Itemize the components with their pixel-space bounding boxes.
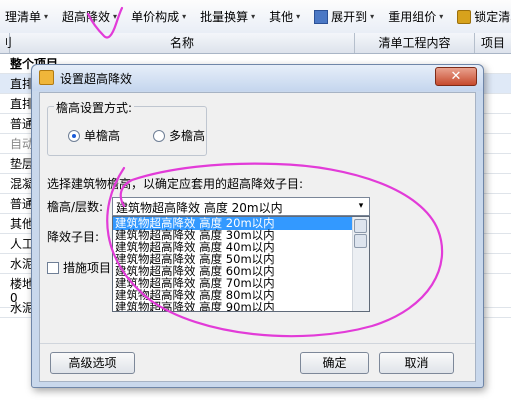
column-header-name[interactable]: 名称 (10, 33, 355, 53)
radio-indicator[interactable] (153, 129, 165, 142)
eave-setting-group: 檐高设置方式: 单檐高 多檐高 (47, 99, 207, 156)
chevron-down-icon: ▾ (439, 12, 444, 21)
dropdown-option[interactable]: 建筑物超高降效 高度 90m以内 (113, 301, 354, 312)
toolbar-super-height-label: 超高降效 (62, 10, 111, 24)
radio-single-eave[interactable]: 单檐高 (68, 127, 120, 144)
chevron-down-icon: ▾ (44, 12, 49, 21)
chevron-down-icon: ▾ (182, 12, 187, 21)
chevron-down-icon: ▾ (113, 12, 118, 21)
toolbar-batch-convert-menu[interactable]: 批量换算 ▾ (195, 0, 260, 33)
toolbar-reuse-menu[interactable]: 重用组价 ▾ (383, 0, 448, 33)
chevron-down-icon: ▾ (251, 12, 256, 21)
grid-header: 刂 名称 清单工程内容 项目 (0, 33, 511, 54)
toolbar: 理清单 ▾ 超高降效 ▾ 单价构成 ▾ 批量换算 ▾ 其他 ▾ 展开到 ▾ 重用… (0, 0, 511, 34)
button-divider (40, 343, 475, 344)
toolbar-unit-price-menu[interactable]: 单价构成 ▾ (126, 0, 191, 33)
toolbar-other-label: 其他 (269, 10, 294, 24)
dialog-title: 设置超高降效 (60, 72, 133, 86)
column-header-index[interactable]: 刂 (0, 33, 12, 53)
chevron-down-icon: ▾ (296, 12, 301, 21)
eave-height-dropdown-list: 建筑物超高降效 高度 20m以内 建筑物超高降效 高度 30m以内 建筑物超高降… (112, 216, 370, 312)
scrollbar-thumb[interactable] (354, 219, 367, 233)
group-legend: 檐高设置方式: (54, 99, 135, 116)
radio-indicator-checked[interactable] (68, 129, 80, 142)
toolbar-list-menu[interactable]: 理清单 ▾ (0, 0, 53, 33)
radio-multi-eave[interactable]: 多檐高 (153, 127, 205, 144)
close-icon: ✕ (450, 69, 462, 84)
toolbar-list-label: 理清单 (5, 10, 42, 24)
toolbar-unit-price-label: 单价构成 (131, 10, 180, 24)
advanced-options-button[interactable]: 高级选项 (50, 352, 135, 374)
measure-item-checkbox[interactable]: 措施项目 (47, 259, 111, 276)
checkbox-label: 措施项目 (63, 261, 112, 275)
chevron-down-icon[interactable]: ▾ (353, 198, 369, 215)
instruction-text: 选择建筑物檐高，以确定应套用的超高降效子目: (47, 177, 304, 191)
dialog-title-bar[interactable]: 设置超高降效 ✕ (32, 65, 483, 91)
super-height-dialog: 设置超高降效 ✕ 檐高设置方式: 单檐高 多檐高 选择建筑物檐高，以确定应套用的… (31, 64, 484, 388)
chevron-down-icon: ▾ (370, 12, 375, 21)
toolbar-lock-label: 锁定清单 (474, 10, 511, 24)
ok-button[interactable]: 确定 (300, 352, 369, 374)
toolbar-expand-menu[interactable]: 展开到 ▾ (309, 0, 379, 33)
expand-tree-icon (314, 9, 329, 24)
cancel-button[interactable]: 取消 (379, 352, 454, 374)
toolbar-expand-label: 展开到 (331, 10, 368, 24)
radio-single-label: 单檐高 (84, 129, 121, 143)
column-header-content[interactable]: 清单工程内容 (355, 33, 475, 53)
toolbar-lock-list-button[interactable]: 锁定清单 (452, 0, 511, 33)
column-header-item[interactable]: 项目 (475, 33, 511, 53)
scrollbar-thumb[interactable] (354, 234, 367, 248)
close-button[interactable]: ✕ (435, 67, 477, 86)
combo-selected-value: 建筑物超高降效 高度 20m以内 (116, 201, 283, 215)
toolbar-other-menu[interactable]: 其他 ▾ (264, 0, 305, 33)
toolbar-reuse-label: 重用组价 (388, 10, 437, 24)
toolbar-batch-convert-label: 批量换算 (200, 10, 249, 24)
lock-icon (457, 9, 472, 24)
eave-height-combobox[interactable]: 建筑物超高降效 高度 20m以内 ▾ (112, 197, 370, 216)
dialog-content: 檐高设置方式: 单檐高 多檐高 选择建筑物檐高，以确定应套用的超高降效子目: 檐… (39, 92, 476, 382)
sub-item-label: 降效子目: (47, 230, 100, 244)
app-icon (39, 70, 54, 85)
checkbox-box[interactable] (47, 261, 59, 274)
radio-multi-label: 多檐高 (169, 129, 206, 143)
eave-height-label: 檐高/层数: (47, 200, 104, 214)
toolbar-super-height-menu[interactable]: 超高降效 ▾ (57, 0, 122, 33)
dropdown-scrollbar[interactable] (352, 217, 369, 311)
